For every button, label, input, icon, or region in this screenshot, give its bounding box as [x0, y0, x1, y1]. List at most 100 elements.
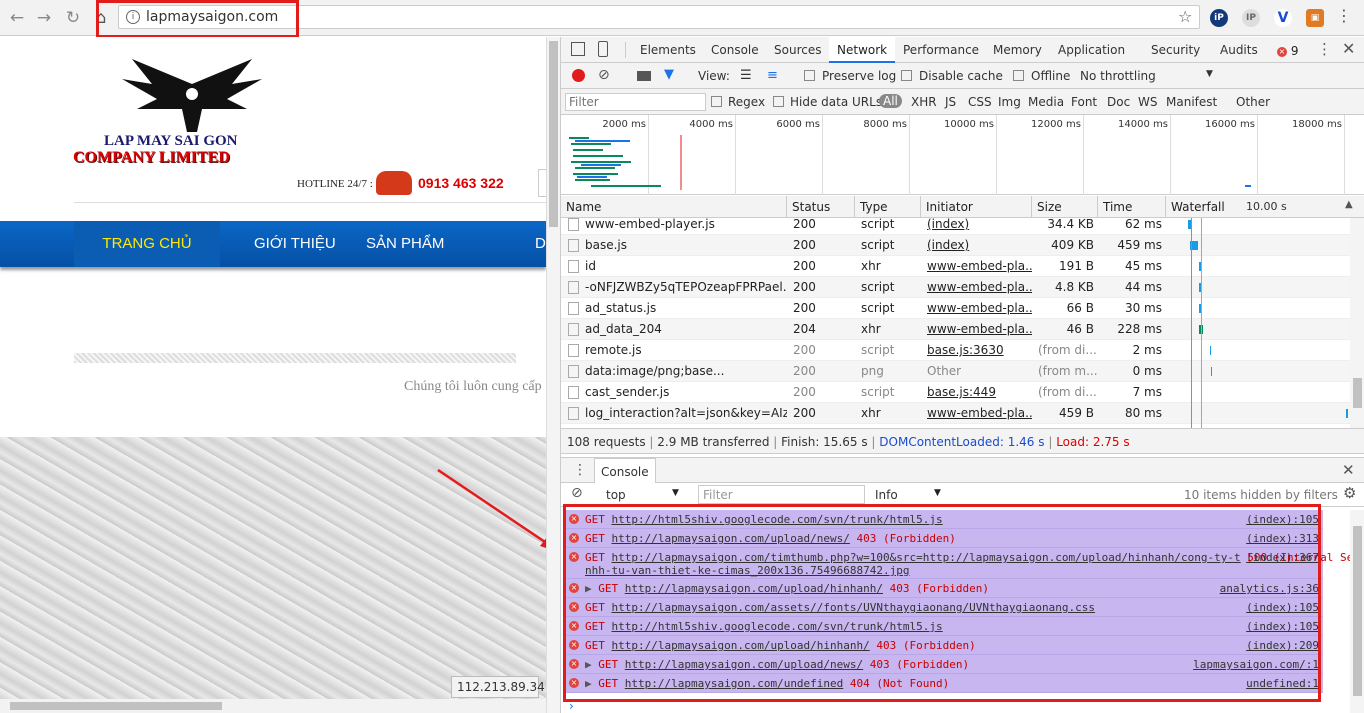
clear-console-icon[interactable]: ⊘: [571, 485, 583, 501]
type-doc[interactable]: Doc: [1107, 95, 1130, 109]
overview-icon[interactable]: ≡: [767, 68, 778, 83]
tab-sources[interactable]: Sources: [774, 37, 821, 63]
type-xhr[interactable]: XHR: [911, 95, 937, 109]
row-initiator[interactable]: www-embed-pla...: [921, 298, 1032, 319]
col-type[interactable]: Type: [855, 196, 921, 218]
disable-cache-checkbox[interactable]: [901, 70, 912, 81]
type-ws[interactable]: WS: [1138, 95, 1157, 109]
regex-checkbox[interactable]: [711, 96, 722, 107]
record-icon[interactable]: [572, 69, 585, 82]
type-font[interactable]: Font: [1071, 95, 1097, 109]
type-img[interactable]: Img: [998, 95, 1021, 109]
network-filter-input[interactable]: [565, 93, 706, 111]
forward-icon[interactable]: →: [33, 7, 55, 29]
close-drawer-icon[interactable]: ✕: [1342, 461, 1355, 479]
context-select[interactable]: top: [606, 488, 626, 502]
search-box-edge[interactable]: [538, 169, 546, 197]
console-scrollbar[interactable]: [1350, 510, 1364, 713]
col-time[interactable]: Time: [1098, 196, 1166, 218]
table-row[interactable]: data:image/png;base... 200 png Other (fr…: [561, 361, 1364, 382]
drawer-tab-console[interactable]: Console: [594, 458, 656, 484]
type-media[interactable]: Media: [1028, 95, 1064, 109]
row-initiator[interactable]: www-embed-pla...: [921, 277, 1032, 298]
reload-icon[interactable]: ↻: [62, 7, 84, 29]
row-initiator[interactable]: (index): [921, 235, 1032, 256]
nav-more[interactable]: D: [535, 221, 546, 267]
preserve-log-checkbox[interactable]: [804, 70, 815, 81]
tab-memory[interactable]: Memory: [993, 37, 1042, 63]
devtools-menu-icon[interactable]: ⋮: [1317, 40, 1332, 58]
large-rows-icon[interactable]: ☰: [740, 68, 752, 83]
tab-security[interactable]: Security: [1151, 37, 1200, 63]
device-toolbar-icon[interactable]: [598, 41, 608, 57]
type-manifest[interactable]: Manifest: [1166, 95, 1217, 109]
table-row[interactable]: cast_sender.js 200 script base.js:449 (f…: [561, 382, 1364, 403]
tab-application[interactable]: Application: [1058, 37, 1125, 63]
table-row[interactable]: base.js 200 script (index) 409 KB 459 ms: [561, 235, 1364, 256]
tab-console[interactable]: Console: [711, 37, 759, 63]
table-row[interactable]: remote.js 200 script base.js:3630 (from …: [561, 340, 1364, 361]
filter-icon[interactable]: ▼: [664, 67, 674, 82]
table-row[interactable]: www-embed-player.js 200 script (index) 3…: [561, 218, 1364, 235]
star-icon[interactable]: ☆: [1178, 7, 1192, 26]
close-devtools-icon[interactable]: ✕: [1342, 39, 1355, 58]
col-status[interactable]: Status: [787, 196, 855, 218]
type-all[interactable]: All: [879, 94, 902, 108]
row-initiator[interactable]: base.js:3630: [921, 340, 1032, 361]
horizontal-scrollbar[interactable]: [0, 699, 546, 713]
table-scroll-thumb[interactable]: [1353, 378, 1362, 408]
type-other[interactable]: Other: [1236, 95, 1270, 109]
context-dropdown-icon[interactable]: ▼: [672, 488, 679, 498]
extension-icon[interactable]: ▣: [1306, 9, 1324, 27]
level-dropdown-icon[interactable]: ▼: [934, 488, 941, 498]
type-js[interactable]: JS: [945, 95, 956, 109]
col-size[interactable]: Size: [1032, 196, 1098, 218]
console-settings-icon[interactable]: ⚙: [1343, 484, 1356, 502]
row-initiator[interactable]: base.js:449: [921, 382, 1032, 403]
page-scroll-thumb[interactable]: [549, 41, 558, 227]
tab-performance[interactable]: Performance: [903, 37, 979, 63]
ip-extension-icon[interactable]: iP: [1210, 9, 1228, 27]
console-prompt-icon[interactable]: ›: [569, 699, 574, 713]
nav-about[interactable]: GIỚI THIỆU: [254, 221, 336, 267]
tab-elements[interactable]: Elements: [640, 37, 696, 63]
page-scrollbar[interactable]: [546, 37, 560, 713]
nav-products[interactable]: SẢN PHẨM: [366, 221, 444, 267]
console-scroll-thumb[interactable]: [1353, 526, 1362, 696]
row-initiator[interactable]: www-embed-pla...: [921, 403, 1032, 424]
sort-icon[interactable]: ▲: [1345, 199, 1353, 210]
table-row[interactable]: ad_data_204 204 xhr www-embed-pla... 46 …: [561, 319, 1364, 340]
row-initiator[interactable]: www-embed-pla...: [921, 256, 1032, 277]
clear-icon[interactable]: ⊘: [598, 67, 610, 83]
inspect-icon[interactable]: [571, 42, 585, 56]
col-initiator[interactable]: Initiator: [921, 196, 1032, 218]
network-overview[interactable]: 2000 ms 4000 ms 6000 ms 8000 ms 10000 ms 1200…: [561, 115, 1364, 195]
screenshot-icon[interactable]: [637, 71, 651, 81]
horizontal-scroll-thumb[interactable]: [10, 702, 222, 710]
nav-home[interactable]: TRANG CHỦ: [74, 221, 220, 267]
ip-check-icon[interactable]: IP: [1242, 9, 1260, 27]
menu-icon[interactable]: ⋮: [1336, 6, 1352, 25]
throttling-select[interactable]: No throttling: [1080, 69, 1156, 83]
error-count-badge[interactable]: × 9: [1277, 44, 1298, 58]
row-initiator[interactable]: www-embed-pla...: [921, 319, 1032, 340]
tab-audits[interactable]: Audits: [1220, 37, 1258, 63]
table-row[interactable]: log_interaction?alt=json&key=AIza... 200…: [561, 403, 1364, 424]
type-css[interactable]: CSS: [968, 95, 992, 109]
drawer-menu-icon[interactable]: ⋮: [573, 462, 587, 478]
level-select[interactable]: Info: [875, 488, 898, 502]
table-row[interactable]: ad_status.js 200 script www-embed-pla...…: [561, 298, 1364, 319]
table-scrollbar[interactable]: [1350, 218, 1364, 428]
offline-checkbox[interactable]: [1013, 70, 1024, 81]
tab-network[interactable]: Network: [829, 37, 896, 63]
hide-data-urls-checkbox[interactable]: [773, 96, 784, 107]
vpn-extension-icon[interactable]: V: [1274, 9, 1292, 27]
table-row[interactable]: -oNFJZWBZy5qTEPOzeapFPRPael... 200 scrip…: [561, 277, 1364, 298]
throttling-dropdown-icon[interactable]: ▼: [1206, 69, 1213, 79]
console-filter-input[interactable]: Filter: [698, 485, 865, 504]
row-initiator[interactable]: (index): [921, 218, 1032, 235]
hotline-number[interactable]: 0913 463 322: [418, 175, 504, 191]
table-row[interactable]: id 200 xhr www-embed-pla... 191 B 45 ms: [561, 256, 1364, 277]
col-name[interactable]: Name: [561, 196, 787, 218]
back-icon[interactable]: ←: [6, 7, 28, 29]
